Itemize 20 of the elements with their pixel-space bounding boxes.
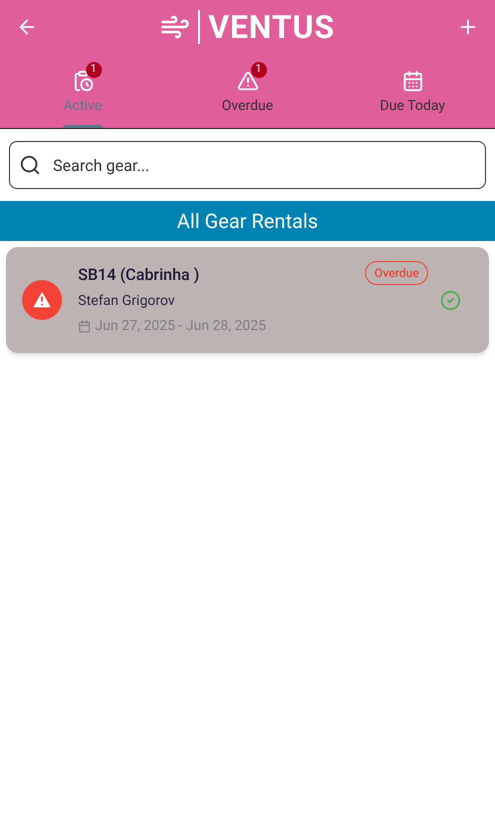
warning-icon xyxy=(22,280,62,320)
tab[interactable]: Due Today xyxy=(330,54,495,128)
count-badge: 1 xyxy=(250,62,266,78)
search-icon xyxy=(19,154,41,176)
rental-card[interactable]: SB14 (Cabrinha ) Stefan Grigorov Jun 27, 2025 - Jun 28, 2025 Overdue xyxy=(6,247,489,353)
calendar-icon xyxy=(402,70,424,92)
search-field[interactable]: Search gear... xyxy=(9,141,486,189)
rental-dates: Jun 27, 2025 - Jun 28, 2025 xyxy=(95,317,266,336)
calendar-icon xyxy=(78,320,91,333)
tab[interactable]: 1 Active xyxy=(0,54,165,128)
tab[interactable]: 1 Overdue xyxy=(165,54,330,128)
customer-name: Stefan Grigorov xyxy=(78,292,176,311)
section-header: All Gear Rentals xyxy=(0,201,495,241)
brand-logo: VENTUS xyxy=(208,7,335,48)
tab-label[interactable]: Due Today xyxy=(380,96,446,116)
status-badge: Overdue xyxy=(365,261,428,285)
count-badge: 1 xyxy=(86,62,102,78)
gear-title: SB14 (Cabrinha ) xyxy=(78,264,200,286)
check-icon[interactable] xyxy=(440,290,461,310)
tab-label[interactable]: Overdue xyxy=(222,96,274,116)
